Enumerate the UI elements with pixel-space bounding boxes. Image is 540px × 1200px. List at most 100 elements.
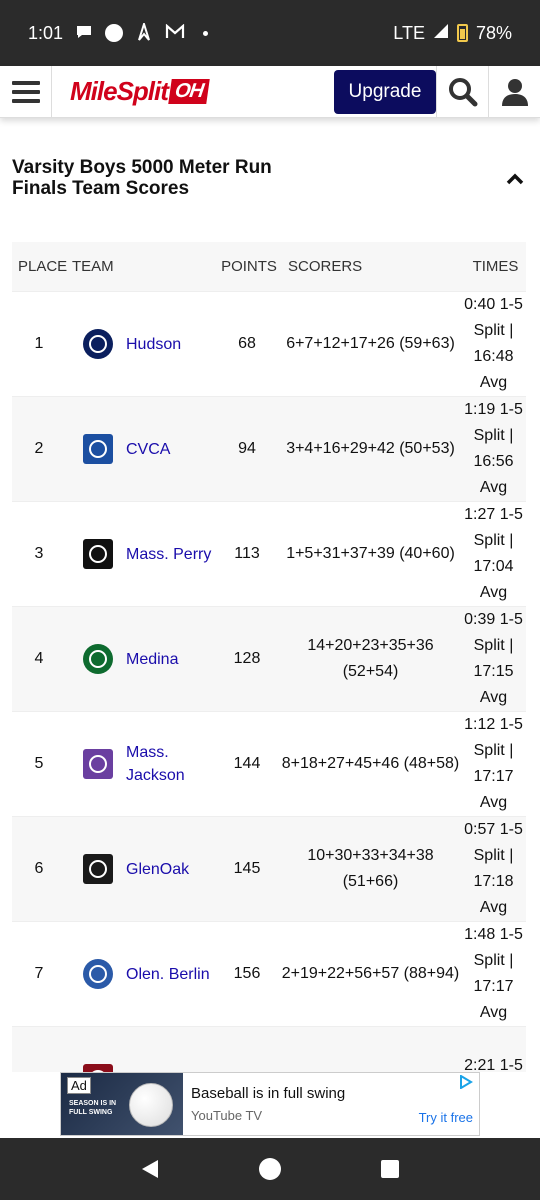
times-cell: 2:21 1-5 Split | xyxy=(464,1057,523,1072)
table-row: Walsh 2:21 1-5 Split | xyxy=(12,1027,526,1072)
gmail-icon xyxy=(165,23,185,43)
battery-percent: 78% xyxy=(475,22,512,43)
team-scores-table: PLACE TEAM POINTS SCORERS TIMES 1 Hudson 6… xyxy=(12,242,526,1072)
team-cell: Medina xyxy=(66,643,216,675)
results-type-title: Finals Team Scores xyxy=(12,178,190,199)
chevron-up-icon[interactable] xyxy=(504,168,526,190)
header-times[interactable]: TIMES xyxy=(465,254,526,280)
scorers-cell: 6+7+12+17+26 (59+63) xyxy=(286,335,455,352)
place-cell: 7 xyxy=(34,965,44,982)
ad-image-text: SEASON IS IN FULL SWING xyxy=(69,1100,117,1116)
team-name-link[interactable]: Mass. Perry xyxy=(126,543,211,566)
table-row: 7 Olen. Berlin 156 2+19+22+56+57 (88+94) 1:4… xyxy=(12,922,526,1027)
table-row: 2 CVCA 94 3+4+16+29+42 (50+53) 1:19 1-5 Spli… xyxy=(12,397,526,502)
scorers-cell: 3+4+16+29+42 (50+53) xyxy=(286,440,455,457)
place-cell: 3 xyxy=(34,545,44,562)
section-title: Varsity Boys 5000 Meter Run Finals Team … xyxy=(12,157,312,199)
battery-icon xyxy=(456,24,468,42)
user-account-icon[interactable] xyxy=(488,65,540,118)
team-logo-icon[interactable] xyxy=(82,853,114,885)
site-header: Mile Split OH Upgrade xyxy=(0,65,540,118)
place-cell: 6 xyxy=(34,860,44,877)
points-cell: 144 xyxy=(233,755,261,772)
team-name-link[interactable]: Olen. Berlin xyxy=(126,963,210,986)
network-type: LTE xyxy=(393,22,425,43)
ad-choices-icon[interactable] xyxy=(459,1074,473,1094)
menu-icon[interactable] xyxy=(0,65,52,118)
logo-state: OH xyxy=(168,79,210,104)
place-cell: 5 xyxy=(34,755,44,772)
search-icon[interactable] xyxy=(436,65,488,118)
team-cell: Walsh xyxy=(66,1063,216,1072)
times-cell: 0:39 1-5 Split | 17:15 Avg xyxy=(464,611,523,706)
clock: 1:01 xyxy=(28,22,64,43)
team-logo-icon[interactable] xyxy=(82,433,114,465)
header-place[interactable]: PLACE xyxy=(12,258,68,275)
ad-cta-link[interactable]: Try it free xyxy=(419,1110,473,1125)
place-cell: 1 xyxy=(34,335,44,352)
signal-icon xyxy=(433,23,449,44)
table-row: 3 Mass. Perry 113 1+5+31+37+39 (40+60) 1:27 … xyxy=(12,502,526,607)
times-cell: 1:12 1-5 Split | 17:17 Avg xyxy=(464,716,523,811)
team-name-link[interactable]: GlenOak xyxy=(126,858,189,881)
team-logo-icon[interactable] xyxy=(82,538,114,570)
team-logo-icon[interactable] xyxy=(82,1063,114,1072)
table-header: PLACE TEAM POINTS SCORERS TIMES xyxy=(12,242,526,292)
ad-badge: Ad xyxy=(67,1077,91,1094)
place-cell: 4 xyxy=(34,650,44,667)
more-notifications-dot xyxy=(203,30,209,36)
home-icon[interactable] xyxy=(250,1149,290,1189)
team-cell: Mass. Perry xyxy=(66,538,216,570)
scorers-cell: 1+5+31+37+39 (40+60) xyxy=(286,545,455,562)
times-cell: 0:57 1-5 Split | 17:18 Avg xyxy=(464,821,523,916)
team-cell: Mass. Jackson xyxy=(66,741,216,787)
team-cell: CVCA xyxy=(66,433,216,465)
table-row: 4 Medina 128 14+20+23+35+36 (52+54) 0:39 1-5… xyxy=(12,607,526,712)
times-cell: 0:40 1-5 Split | 16:48 Avg xyxy=(464,296,523,391)
ad-image[interactable]: Ad SEASON IS IN FULL SWING xyxy=(61,1073,183,1135)
scorers-cell: 10+30+33+34+38 (51+66) xyxy=(307,847,434,890)
logo-mile: Mile xyxy=(70,76,118,106)
back-icon[interactable] xyxy=(130,1149,170,1189)
ad-body[interactable]: Baseball is in full swing YouTube TV Try… xyxy=(183,1073,479,1135)
team-cell: Hudson xyxy=(66,328,216,360)
ad-headline[interactable]: Baseball is in full swing xyxy=(191,1085,471,1102)
team-logo-icon[interactable] xyxy=(82,748,114,780)
table-row: 5 Mass. Jackson 144 8+18+27+45+46 (48+58) 1:… xyxy=(12,712,526,817)
team-cell: GlenOak xyxy=(66,853,216,885)
team-logo-icon[interactable] xyxy=(82,328,114,360)
circle-notification-icon xyxy=(105,24,124,42)
times-cell: 1:27 1-5 Split | 17:04 Avg xyxy=(464,506,523,601)
header-team[interactable]: TEAM xyxy=(68,258,218,275)
table-row: 6 GlenOak 145 10+30+33+34+38 (51+66) 0:57 1-… xyxy=(12,817,526,922)
team-name-link[interactable]: CVCA xyxy=(126,438,170,461)
team-name-link[interactable]: Mass. Jackson xyxy=(126,741,216,787)
table-row: 1 Hudson 68 6+7+12+17+26 (59+63) 0:40 1-5 Sp… xyxy=(12,292,526,397)
team-logo-icon[interactable] xyxy=(82,643,114,675)
points-cell: 68 xyxy=(238,335,256,352)
team-name-link[interactable]: Hudson xyxy=(126,333,181,356)
header-points[interactable]: POINTS xyxy=(218,258,280,275)
times-cell: 1:19 1-5 Split | 16:56 Avg xyxy=(464,401,523,496)
recents-icon[interactable] xyxy=(370,1149,410,1189)
team-logo-icon[interactable] xyxy=(82,958,114,990)
scorers-cell: 8+18+27+45+46 (48+58) xyxy=(281,755,460,772)
points-cell: 113 xyxy=(234,545,260,562)
points-cell: 156 xyxy=(233,965,261,982)
team-name-link[interactable]: Medina xyxy=(126,648,178,671)
header-scorers[interactable]: SCORERS xyxy=(280,254,465,280)
baseball-icon xyxy=(129,1083,173,1127)
activity-icon xyxy=(135,20,153,44)
ad-banner[interactable]: Ad SEASON IS IN FULL SWING Baseball is i… xyxy=(60,1072,480,1136)
upgrade-button[interactable]: Upgrade xyxy=(334,69,436,114)
site-logo[interactable]: Mile Split OH xyxy=(70,76,210,107)
points-cell: 94 xyxy=(238,440,256,457)
scorers-cell: 14+20+23+35+36 (52+54) xyxy=(307,637,434,680)
system-nav-bar xyxy=(0,1138,540,1200)
points-cell: 145 xyxy=(233,860,261,877)
chat-bubble-icon xyxy=(75,23,93,44)
scorers-cell: 2+19+22+56+57 (88+94) xyxy=(281,965,460,982)
place-cell: 2 xyxy=(34,440,44,457)
table-body: 1 Hudson 68 6+7+12+17+26 (59+63) 0:40 1-5 Sp… xyxy=(12,292,526,1072)
status-bar: 1:01 LTE 78% xyxy=(0,0,540,66)
